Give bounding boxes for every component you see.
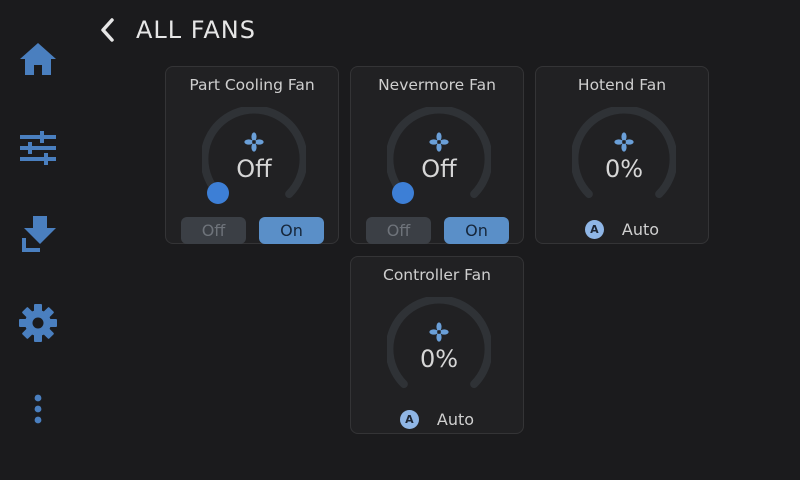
nav-settings-button[interactable] — [14, 299, 62, 347]
more-vertical-icon — [34, 394, 42, 424]
fan-name: Hotend Fan — [577, 76, 667, 94]
fan-on-button[interactable]: On — [259, 217, 324, 244]
fan-card-part-cooling: Part Cooling Fan Off Off On — [165, 66, 339, 244]
fan-name: Controller Fan — [383, 266, 491, 284]
auto-badge-icon: A — [584, 219, 604, 239]
gauge-knob[interactable] — [392, 182, 414, 204]
fan-icon — [429, 132, 449, 152]
fan-icon — [429, 322, 449, 342]
fan-speed-value: 0% — [419, 345, 459, 373]
fan-icon — [614, 132, 634, 152]
fan-speed-gauge[interactable]: Off — [387, 107, 491, 211]
home-icon — [20, 43, 56, 75]
auto-mode-label: Auto — [436, 409, 475, 429]
fan-name: Part Cooling Fan — [189, 76, 315, 94]
fan-on-button[interactable]: On — [444, 217, 509, 244]
auto-mode-indicator: A Auto — [536, 217, 708, 241]
fan-off-button[interactable]: Off — [181, 217, 246, 244]
chevron-left-icon — [101, 18, 114, 42]
nav-more-button[interactable] — [14, 386, 62, 434]
page-title: ALL FANS — [136, 16, 256, 44]
fan-speed-value: 0% — [604, 155, 644, 183]
fan-card-hotend: Hotend Fan 0% A Auto — [535, 66, 709, 244]
auto-mode-indicator: A Auto — [351, 407, 523, 431]
gear-icon — [19, 304, 57, 342]
nav-home-button[interactable] — [14, 35, 62, 83]
fan-speed-value: Off — [421, 155, 457, 183]
fan-speed-gauge[interactable]: Off — [202, 107, 306, 211]
sliders-icon — [20, 131, 56, 165]
auto-badge-icon: A — [399, 409, 419, 429]
back-button[interactable] — [92, 12, 122, 48]
fan-name: Nevermore Fan — [378, 76, 496, 94]
fan-icon — [244, 132, 264, 152]
sidebar — [0, 0, 78, 480]
fan-speed-value: Off — [236, 155, 272, 183]
fan-speed-gauge: 0% — [387, 297, 491, 401]
nav-filament-button[interactable] — [14, 211, 62, 259]
nav-controls-button[interactable] — [14, 124, 62, 172]
fan-off-button[interactable]: Off — [366, 217, 431, 244]
fan-card-nevermore: Nevermore Fan Off Off On — [350, 66, 524, 244]
fan-speed-gauge: 0% — [572, 107, 676, 211]
filament-icon — [22, 216, 56, 252]
fan-card-controller: Controller Fan 0% A Auto — [350, 256, 524, 434]
auto-mode-label: Auto — [621, 219, 660, 239]
gauge-knob[interactable] — [207, 182, 229, 204]
header: ALL FANS — [92, 10, 256, 50]
